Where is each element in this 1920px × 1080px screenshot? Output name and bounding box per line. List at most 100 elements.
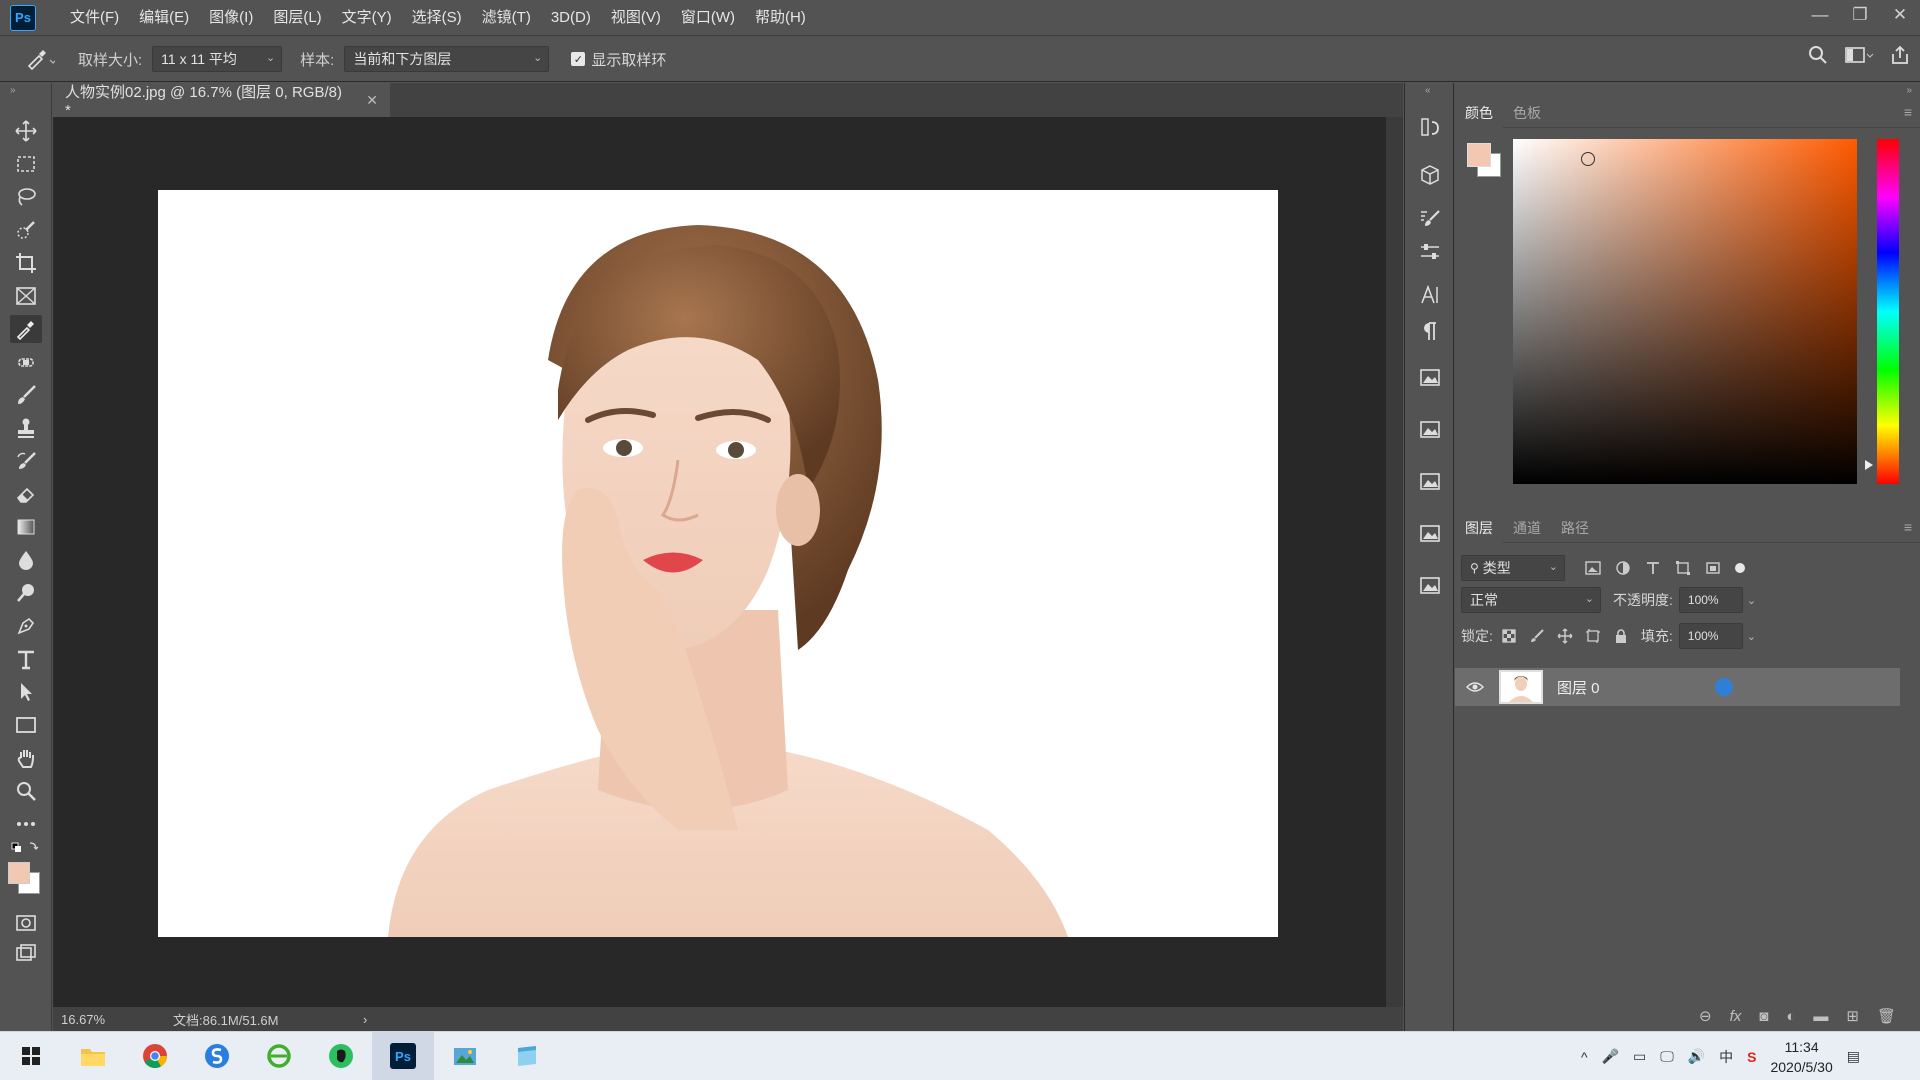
- add-mask-icon[interactable]: ◙: [1759, 1008, 1768, 1025]
- menu-type[interactable]: 文字(Y): [332, 0, 402, 36]
- library-panel-button-2[interactable]: [1414, 413, 1446, 445]
- history-brush-tool[interactable]: [10, 447, 42, 475]
- lock-all-icon[interactable]: [1613, 628, 1629, 644]
- menu-select[interactable]: 选择(S): [402, 0, 472, 36]
- ie-browser-taskbar[interactable]: [248, 1032, 310, 1080]
- status-menu-arrow[interactable]: ›: [363, 1012, 367, 1027]
- menu-filter[interactable]: 滤镜(T): [472, 0, 541, 36]
- close-tab-button[interactable]: ✕: [366, 92, 378, 109]
- pen-tool[interactable]: [10, 612, 42, 640]
- blur-tool[interactable]: [10, 546, 42, 574]
- sogou-input-icon[interactable]: S: [1747, 1049, 1756, 1065]
- tab-swatches[interactable]: 色板: [1503, 98, 1551, 128]
- hue-slider-handle[interactable]: [1865, 460, 1873, 470]
- tool-preset-picker[interactable]: [20, 43, 60, 75]
- tab-channels[interactable]: 通道: [1503, 513, 1551, 543]
- panel-menu-icon[interactable]: ≡: [1904, 519, 1912, 535]
- tab-paths[interactable]: 路径: [1551, 513, 1599, 543]
- crop-tool[interactable]: [10, 249, 42, 277]
- filter-toggle-icon[interactable]: [1735, 563, 1745, 573]
- library-panel-button-5[interactable]: [1414, 569, 1446, 601]
- lasso-tool[interactable]: [10, 183, 42, 211]
- library-panel-button-4[interactable]: [1414, 517, 1446, 549]
- adjustments-button[interactable]: [1414, 236, 1446, 268]
- eraser-tool[interactable]: [10, 480, 42, 508]
- collapse-arrows-icon[interactable]: »: [1906, 85, 1912, 96]
- chrome-taskbar[interactable]: [124, 1032, 186, 1080]
- menu-help[interactable]: 帮助(H): [745, 0, 816, 36]
- new-group-icon[interactable]: ▬: [1813, 1008, 1828, 1025]
- eyedropper-tool[interactable]: [10, 315, 42, 343]
- fx-icon[interactable]: fx: [1730, 1008, 1742, 1025]
- menu-image[interactable]: 图像(I): [199, 0, 263, 36]
- library-panel-button-1[interactable]: [1414, 361, 1446, 393]
- workspace-icon[interactable]: [1844, 45, 1874, 65]
- menu-file[interactable]: 文件(F): [60, 0, 129, 36]
- document-tab[interactable]: 人物实例02.jpg @ 16.7% (图层 0, RGB/8) * ✕: [53, 83, 390, 119]
- restore-button[interactable]: ❐: [1840, 0, 1880, 30]
- show-sampling-ring-toggle[interactable]: ✓ 显示取样环: [571, 49, 666, 70]
- notes-app-taskbar[interactable]: [496, 1032, 558, 1080]
- library-panel-button-3[interactable]: [1414, 465, 1446, 497]
- color-picker-cursor[interactable]: [1581, 152, 1595, 166]
- layer-filter-select[interactable]: ⚲ 类型 ⌄: [1461, 555, 1565, 581]
- adjustment-layer-filter-icon[interactable]: [1615, 560, 1631, 576]
- smart-object-filter-icon[interactable]: [1705, 560, 1721, 576]
- brush-tool[interactable]: [10, 381, 42, 409]
- sample-size-select[interactable]: 11 x 11 平均 ⌄: [152, 46, 283, 72]
- quick-selection-tool[interactable]: [10, 216, 42, 244]
- adjustment-layer-icon[interactable]: ◐: [1786, 1008, 1795, 1025]
- minimize-button[interactable]: —: [1800, 0, 1840, 30]
- color-field[interactable]: [1513, 139, 1857, 484]
- sample-select[interactable]: 当前和下方图层 ⌄: [344, 46, 550, 72]
- healing-brush-tool[interactable]: [10, 348, 42, 376]
- hand-tool[interactable]: [10, 744, 42, 772]
- paragraph-panel-button[interactable]: [1414, 315, 1446, 347]
- lock-transparency-icon[interactable]: [1501, 628, 1517, 644]
- menu-layer[interactable]: 图层(L): [263, 0, 331, 36]
- gradient-tool[interactable]: [10, 513, 42, 541]
- fill-input[interactable]: 100%: [1678, 623, 1743, 649]
- shape-layer-filter-icon[interactable]: [1675, 560, 1691, 576]
- network-icon[interactable]: 🖵: [1660, 1048, 1674, 1065]
- menu-view[interactable]: 视图(V): [601, 0, 671, 36]
- layer-row[interactable]: 图层 0: [1455, 668, 1900, 706]
- type-layer-filter-icon[interactable]: [1645, 560, 1661, 576]
- clock[interactable]: 11:34 2020/5/30: [1770, 1037, 1832, 1077]
- zoom-tool[interactable]: [10, 777, 42, 805]
- edit-toolbar-button[interactable]: [10, 810, 42, 838]
- swap-colors-button[interactable]: [10, 837, 42, 857]
- 3d-panel-button[interactable]: [1414, 159, 1446, 191]
- evernote-taskbar[interactable]: [310, 1032, 372, 1080]
- marquee-tool[interactable]: [10, 150, 42, 178]
- lock-position-icon[interactable]: [1557, 628, 1573, 644]
- battery-icon[interactable]: ▭: [1633, 1048, 1646, 1065]
- brush-settings-button[interactable]: [1414, 203, 1446, 235]
- file-explorer-taskbar[interactable]: [62, 1032, 124, 1080]
- pixel-layer-filter-icon[interactable]: [1585, 560, 1601, 576]
- quick-mask-button[interactable]: [10, 909, 42, 937]
- layer-thumbnail[interactable]: [1499, 670, 1543, 704]
- delete-layer-icon[interactable]: 🗑: [1877, 1007, 1896, 1025]
- panel-menu-icon[interactable]: ≡: [1904, 104, 1912, 120]
- vertical-scrollbar[interactable]: [1386, 117, 1403, 1007]
- notifications-icon[interactable]: ▤: [1847, 1048, 1860, 1065]
- chevron-down-icon[interactable]: ⌄: [1747, 630, 1756, 643]
- character-panel-button[interactable]: [1414, 279, 1446, 311]
- foreground-color-swatch[interactable]: [1467, 143, 1491, 167]
- lock-pixels-icon[interactable]: [1529, 628, 1545, 644]
- screen-mode-button[interactable]: [10, 939, 42, 967]
- dodge-tool[interactable]: [10, 579, 42, 607]
- search-icon[interactable]: [1808, 45, 1828, 65]
- checkbox-checked-icon[interactable]: ✓: [571, 52, 586, 66]
- clone-stamp-tool[interactable]: [10, 414, 42, 442]
- volume-icon[interactable]: 🔊: [1688, 1048, 1705, 1065]
- sogou-browser-taskbar[interactable]: [186, 1032, 248, 1080]
- blend-mode-select[interactable]: 正常 ⌄: [1461, 587, 1601, 613]
- new-layer-icon[interactable]: ⊞: [1846, 1007, 1859, 1025]
- lock-artboard-icon[interactable]: [1585, 628, 1601, 644]
- history-panel-button[interactable]: [1414, 111, 1446, 143]
- opacity-input[interactable]: 100%: [1678, 587, 1743, 613]
- share-icon[interactable]: [1890, 45, 1910, 65]
- hue-slider[interactable]: [1877, 139, 1899, 484]
